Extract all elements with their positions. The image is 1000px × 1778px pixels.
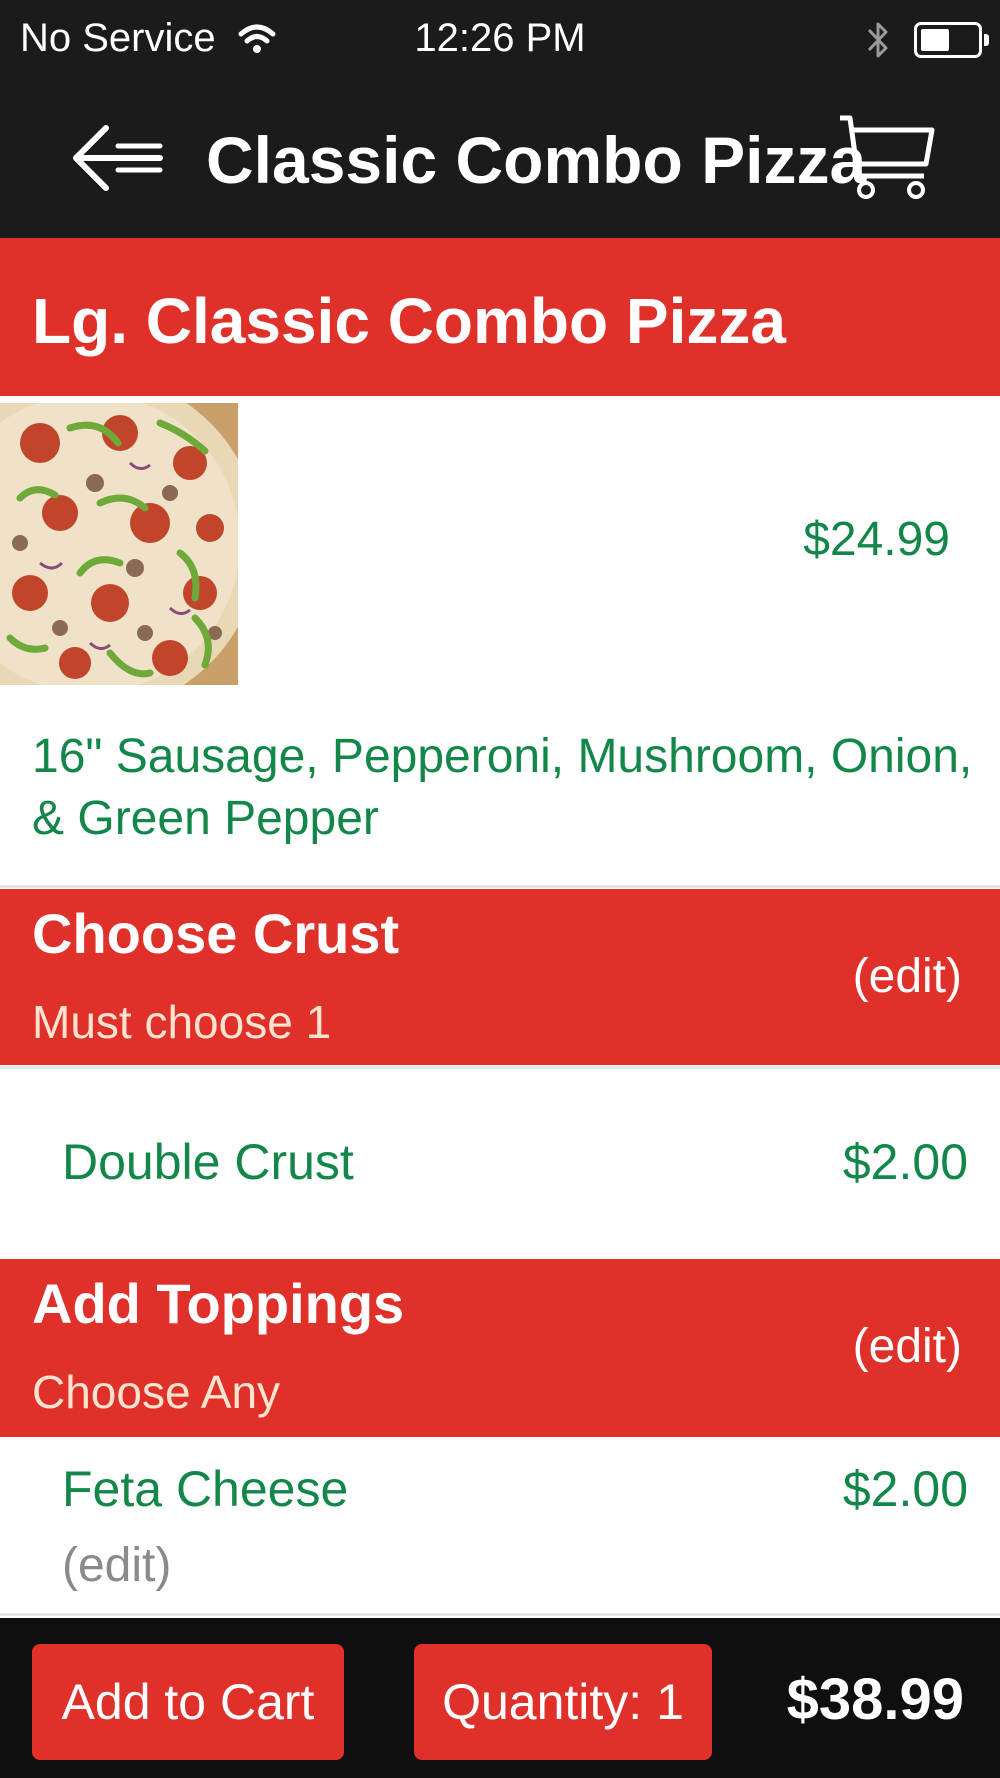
quantity-button[interactable]: Quantity: 1	[414, 1644, 712, 1760]
section-subtitle: Must choose 1	[32, 996, 332, 1048]
bottom-bar: Add to Cart Quantity: 1 $38.99	[0, 1618, 1000, 1778]
section-subtitle: Choose Any	[32, 1366, 281, 1418]
item-description: 16" Sausage, Pepperoni, Mushroom, Onion,…	[32, 730, 973, 845]
option-label: Double Crust	[62, 1134, 354, 1190]
status-bar: No Service 12:26 PM	[0, 0, 1000, 80]
section-title: Choose Crust	[32, 902, 400, 965]
edit-crust-link[interactable]: (edit)	[853, 949, 962, 1004]
divider	[0, 885, 1000, 888]
section-header-toppings[interactable]: Add Toppings Choose Any (edit)	[0, 1259, 1000, 1437]
status-bar-right	[866, 18, 989, 62]
section-header-crust[interactable]: Choose Crust Must choose 1 (edit)	[0, 889, 1000, 1065]
pizza-photo	[0, 403, 238, 685]
back-arrow-icon[interactable]	[70, 120, 166, 196]
edit-toppings-link[interactable]: (edit)	[853, 1319, 962, 1374]
nav-bar: Classic Combo Pizza	[0, 80, 1000, 238]
section-title: Add Toppings	[32, 1272, 405, 1335]
option-price: $2.00	[842, 1461, 968, 1517]
cart-icon[interactable]	[838, 114, 938, 204]
battery-level	[921, 29, 949, 51]
option-label: Feta Cheese	[62, 1461, 349, 1517]
item-price: $24.99	[803, 513, 950, 566]
battery-nub	[984, 34, 989, 46]
item-header: Lg. Classic Combo Pizza	[0, 238, 1000, 396]
item-title: Lg. Classic Combo Pizza	[32, 285, 786, 357]
nav-title: Classic Combo Pizza	[206, 123, 867, 197]
order-total: $38.99	[786, 1667, 964, 1732]
divider	[0, 1613, 1000, 1616]
battery-icon	[914, 22, 989, 58]
bluetooth-icon	[867, 22, 888, 58]
status-time: 12:26 PM	[414, 16, 586, 60]
divider	[0, 1066, 1000, 1069]
add-to-cart-button[interactable]: Add to Cart	[32, 1644, 344, 1760]
option-price: $2.00	[842, 1134, 968, 1190]
edit-feta-link[interactable]: (edit)	[62, 1538, 171, 1593]
